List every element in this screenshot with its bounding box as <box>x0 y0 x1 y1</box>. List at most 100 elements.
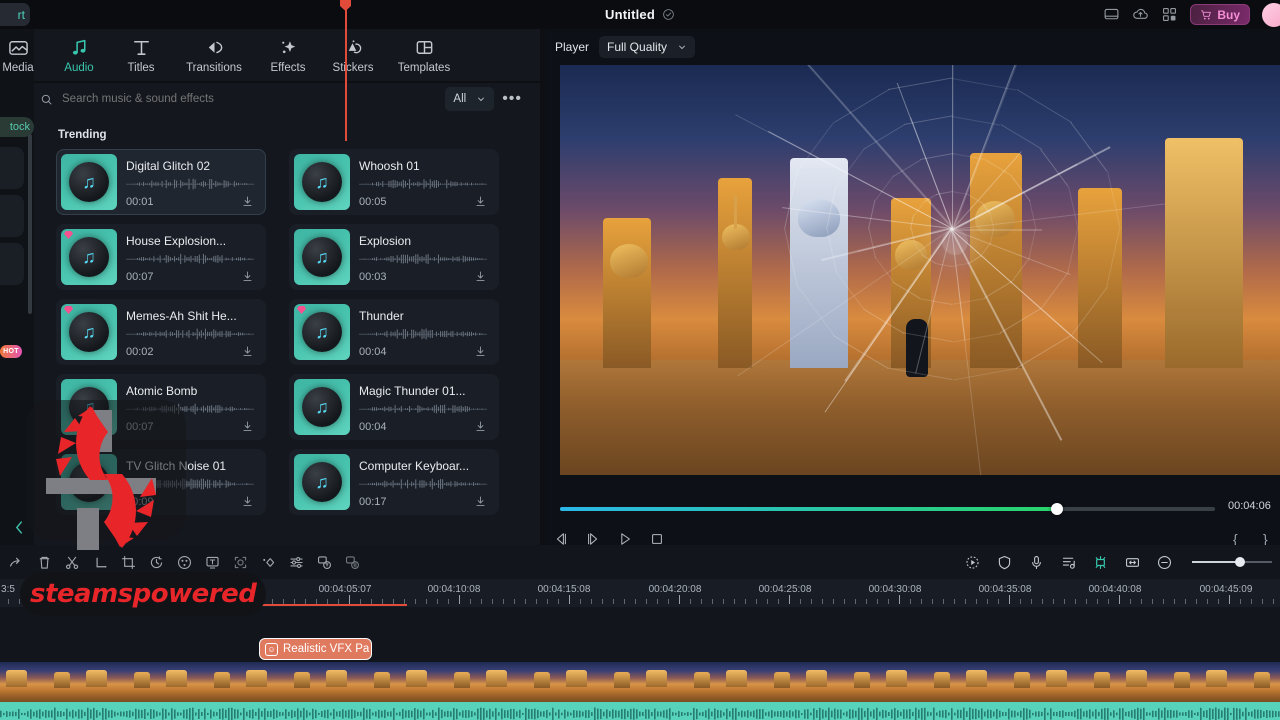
download-icon[interactable] <box>474 495 487 508</box>
search-input[interactable] <box>62 93 445 105</box>
fit-width-icon[interactable] <box>1124 554 1141 571</box>
building-left <box>603 218 651 368</box>
page-title: Untitled <box>605 7 655 22</box>
zoom-out-icon[interactable] <box>1156 554 1173 571</box>
timeline-ruler[interactable]: 3:500:04:00:0700:04:05:0700:04:10:0800:0… <box>0 579 1280 607</box>
download-icon[interactable] <box>241 420 254 433</box>
tab-stickers[interactable]: Stickers <box>320 37 386 74</box>
audio-detach-button[interactable] <box>338 548 366 576</box>
grid-apps-icon[interactable] <box>1161 6 1178 23</box>
audio-card[interactable]: ♫Whoosh 0100:05 <box>289 149 499 215</box>
rail-scrollbar[interactable] <box>28 134 32 314</box>
delete-button[interactable] <box>30 548 58 576</box>
trim-start-button[interactable] <box>86 548 114 576</box>
audio-browser-panel: Trending ♫Digital Glitch 0200:01♫Whoosh … <box>34 115 540 545</box>
redo-button[interactable] <box>2 548 30 576</box>
ruler-label: 00:04:00:07 <box>209 584 262 595</box>
audio-card-duration: 00:09 <box>126 496 154 508</box>
audio-card[interactable]: ♫TV Glitch Noise 0100:09 <box>56 449 266 515</box>
tab-audio[interactable]: Audio <box>48 37 110 74</box>
ruler-tick <box>811 599 812 604</box>
download-icon[interactable] <box>241 345 254 358</box>
audio-card-title: Thunder <box>359 309 487 323</box>
ruler-tick <box>591 599 592 604</box>
download-icon[interactable] <box>474 270 487 283</box>
ruler-tick <box>723 599 724 604</box>
microphone-icon[interactable] <box>1028 554 1045 571</box>
keyframe-button[interactable] <box>254 548 282 576</box>
marker-icon[interactable] <box>1092 554 1109 571</box>
download-icon[interactable] <box>474 345 487 358</box>
tab-media[interactable]: Media <box>0 37 48 74</box>
split-button[interactable] <box>58 548 86 576</box>
mixer-icon[interactable] <box>1060 554 1077 571</box>
audio-track[interactable] <box>0 702 1280 720</box>
trim-left-icon <box>92 554 109 571</box>
shield-icon[interactable] <box>996 554 1013 571</box>
audio-card[interactable]: ♫Computer Keyboar...00:17 <box>289 449 499 515</box>
ruler-tick <box>52 599 53 604</box>
audio-card[interactable]: ♫Digital Glitch 0200:01 <box>56 149 266 215</box>
audio-card[interactable]: ♫Thunder00:04 <box>289 299 499 365</box>
ruler-tick <box>976 599 977 604</box>
download-icon[interactable] <box>474 420 487 433</box>
avatar[interactable] <box>1262 3 1280 27</box>
mask-button[interactable] <box>226 548 254 576</box>
ruler-label: 00:04:10:08 <box>428 584 481 595</box>
player-timecode: 00:04:06 <box>1228 500 1271 512</box>
text-to-speech-button[interactable] <box>310 548 338 576</box>
download-icon[interactable] <box>241 195 254 208</box>
audio-card[interactable]: ♫House Explosion...00:07 <box>56 224 266 290</box>
buy-button[interactable]: Buy <box>1190 4 1250 25</box>
timeline-zoom-slider[interactable] <box>1192 561 1272 563</box>
collapse-panel-button[interactable] <box>12 512 26 542</box>
rail-item-3[interactable] <box>0 243 24 285</box>
ruler-tick <box>1042 599 1043 604</box>
audio-card[interactable]: ♫Magic Thunder 01...00:04 <box>289 374 499 440</box>
download-icon[interactable] <box>474 195 487 208</box>
audio-card[interactable]: ♫Memes-Ah Shit He...00:02 <box>56 299 266 365</box>
tab-transitions[interactable]: Transitions <box>172 37 256 74</box>
tab-effects[interactable]: Effects <box>256 37 320 74</box>
adjust-button[interactable] <box>282 548 310 576</box>
download-icon[interactable] <box>241 270 254 283</box>
player-progress-handle[interactable] <box>1051 503 1063 515</box>
ruler-tick <box>855 599 856 604</box>
speed-button[interactable] <box>142 548 170 576</box>
ruler-tick <box>1141 599 1142 604</box>
more-options-button[interactable]: ••• <box>494 90 530 108</box>
screen-icon[interactable] <box>1103 6 1120 23</box>
preview-canvas[interactable] <box>560 65 1280 475</box>
ruler-tick <box>998 599 999 604</box>
rail-item-2[interactable] <box>0 195 24 237</box>
video-track[interactable] <box>0 662 1280 702</box>
video-thumbnail-frame <box>0 662 80 702</box>
download-icon[interactable] <box>241 495 254 508</box>
ruler-tick <box>481 599 482 604</box>
color-button[interactable] <box>170 548 198 576</box>
clip-label-chip[interactable]: ☺ Realistic VFX Pa <box>259 638 372 660</box>
auto-caption-button[interactable] <box>198 548 226 576</box>
ruler-tick <box>162 599 163 604</box>
playhead[interactable] <box>345 0 347 141</box>
reframe-icon[interactable] <box>964 554 981 571</box>
filter-all-label: All <box>453 93 466 105</box>
crop-button[interactable] <box>114 548 142 576</box>
audio-card[interactable]: ♫Atomic Bomb00:07 <box>56 374 266 440</box>
record-disc: ♫ <box>302 237 342 277</box>
rail-item-1[interactable] <box>0 147 24 189</box>
crack-line <box>952 229 1042 231</box>
quality-select[interactable]: Full Quality <box>599 36 695 58</box>
record-disc: ♫ <box>302 387 342 427</box>
ruler-tick <box>1174 599 1175 604</box>
player-progress-track[interactable] <box>560 507 1215 511</box>
filter-all-select[interactable]: All <box>445 87 494 111</box>
video-thumbnail-frame <box>160 662 240 702</box>
dome-white <box>798 199 840 237</box>
tab-templates[interactable]: Templates <box>386 37 462 74</box>
tab-titles[interactable]: Titles <box>110 37 172 74</box>
ruler-tick <box>965 599 966 604</box>
cloud-upload-icon[interactable] <box>1132 6 1149 23</box>
search-input-wrap[interactable] <box>44 86 445 112</box>
audio-card[interactable]: ♫Explosion00:03 <box>289 224 499 290</box>
